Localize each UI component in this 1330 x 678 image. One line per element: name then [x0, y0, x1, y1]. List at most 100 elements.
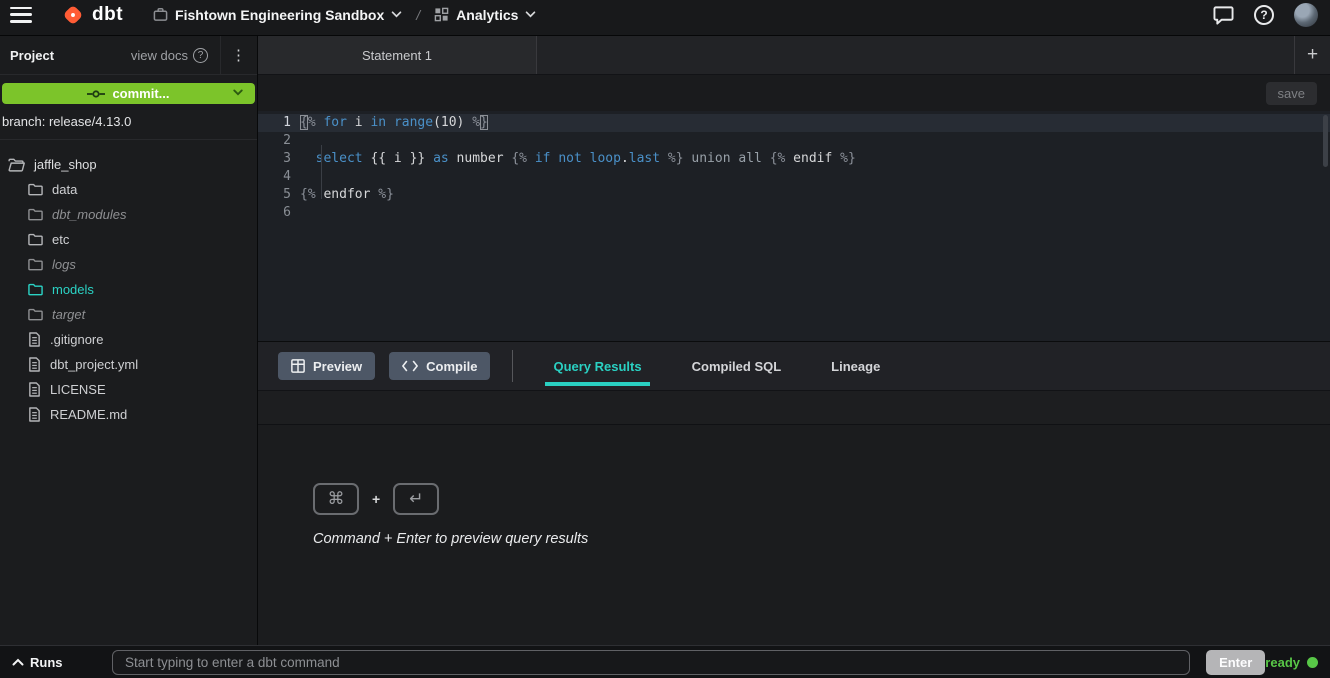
sidebar-kebab-menu-icon[interactable]: ⋮ [221, 46, 257, 64]
tree-item-label: LICENSE [50, 382, 106, 397]
code-line-4: 4 [258, 168, 1330, 186]
tree-item-data[interactable]: data [0, 177, 257, 202]
results-tab-compiled-sql[interactable]: Compiled SQL [674, 342, 800, 390]
chat-icon[interactable] [1213, 5, 1234, 25]
results-tabs: Query Results Compiled SQL Lineage [535, 342, 898, 390]
git-commit-icon [87, 88, 105, 100]
environment-switcher[interactable]: Analytics [434, 7, 536, 23]
folder-icon [28, 308, 43, 321]
file-icon [28, 332, 41, 347]
view-docs-link[interactable]: view docs ? [131, 48, 220, 63]
hamburger-menu-icon[interactable] [10, 7, 32, 23]
sidebar-header: Project view docs ? ⋮ [0, 36, 257, 75]
tree-item-models[interactable]: models [0, 277, 257, 302]
tree-item-label: README.md [50, 407, 127, 422]
tree-item-label: jaffle_shop [34, 157, 97, 172]
code-editor[interactable]: 1{% for i in range(10) %}23 select {{ i … [258, 111, 1330, 341]
runs-label: Runs [30, 655, 63, 670]
line-number: 1 [258, 114, 300, 132]
file-icon [28, 407, 41, 422]
results-tab-lineage[interactable]: Lineage [813, 342, 898, 390]
help-glyph: ? [1260, 8, 1267, 22]
tab-statement-1[interactable]: Statement 1 [258, 36, 537, 74]
dbt-logo-icon [60, 2, 86, 28]
tree-item-etc[interactable]: etc [0, 227, 257, 252]
results-subheader [258, 391, 1330, 425]
sidebar-title: Project [10, 48, 54, 63]
branch-label: branch: release/4.13.0 [0, 104, 257, 129]
table-icon [291, 359, 305, 373]
toolbar-divider [512, 350, 513, 382]
return-key-icon: ↵ [393, 483, 439, 515]
editor-scrollbar[interactable] [1323, 115, 1328, 167]
folder-icon [28, 183, 43, 196]
dbt-cloud-ide: dbt Fishtown Engineering Sandbox / Analy… [0, 0, 1330, 678]
tree-item-target[interactable]: target [0, 302, 257, 327]
tree-item-label: logs [52, 257, 76, 272]
tree-item-label: data [52, 182, 77, 197]
results-toolbar: Preview Compile Query Results Compiled SQ… [258, 342, 1330, 391]
preview-hint-text: Command + Enter to preview query results [313, 531, 1330, 547]
tree-item-label: dbt_modules [52, 207, 126, 222]
project-switcher[interactable]: Fishtown Engineering Sandbox [153, 7, 402, 23]
results-panel: Preview Compile Query Results Compiled SQ… [258, 341, 1330, 645]
tree-item-jaffle-shop[interactable]: jaffle_shop [0, 152, 257, 177]
grid-icon [434, 7, 449, 22]
tree-item-license[interactable]: LICENSE [0, 377, 257, 402]
status-label: ready [1265, 655, 1300, 670]
new-tab-button[interactable]: + [1294, 36, 1330, 74]
code-line-3: 3 select {{ i }} as number {% if not loo… [258, 150, 1330, 168]
compile-button-label: Compile [426, 359, 477, 374]
folder-icon [28, 258, 43, 271]
tree-item-label: dbt_project.yml [50, 357, 138, 372]
tree-item-logs[interactable]: logs [0, 252, 257, 277]
command-key-icon: ⌘ [313, 483, 359, 515]
dbt-command-input[interactable] [112, 650, 1190, 675]
results-body: ⌘ + ↵ Command + Enter to preview query r… [258, 425, 1330, 645]
file-explorer-sidebar: Project view docs ? ⋮ [0, 36, 258, 645]
results-tab-query-results[interactable]: Query Results [535, 342, 659, 390]
preview-button-label: Preview [313, 359, 362, 374]
tree-item-dbt-modules[interactable]: dbt_modules [0, 202, 257, 227]
chevron-down-icon [391, 11, 402, 18]
code-line-5: 5{% endfor %} [258, 186, 1330, 204]
file-tree: jaffle_shopdata dbt_modulesetc logs models t… [0, 140, 257, 427]
code-text: select {{ i }} as number {% if not loop.… [300, 150, 856, 168]
indent-guide [321, 145, 322, 199]
tree-item-dbt-project-yml[interactable]: dbt_project.yml [0, 352, 257, 377]
line-number: 6 [258, 204, 300, 222]
compile-button[interactable]: Compile [389, 352, 490, 380]
commit-button[interactable]: commit... [2, 83, 255, 104]
editor-toolbar: save [258, 75, 1330, 111]
code-text: {% for i in range(10) %} [300, 114, 488, 132]
line-number: 2 [258, 132, 300, 150]
dbt-logo[interactable]: dbt [60, 2, 123, 28]
folder-icon [28, 208, 43, 221]
breadcrumb-separator: / [416, 7, 420, 23]
enter-button[interactable]: Enter [1206, 650, 1265, 675]
line-number: 3 [258, 150, 300, 168]
file-icon [28, 382, 41, 397]
help-icon[interactable]: ? [1254, 5, 1274, 25]
user-avatar[interactable] [1294, 3, 1318, 27]
tree-item-readme-md[interactable]: README.md [0, 402, 257, 427]
tree-item--gitignore[interactable]: .gitignore [0, 327, 257, 352]
code-icon [402, 360, 418, 372]
save-button[interactable]: save [1266, 82, 1317, 105]
line-number: 4 [258, 168, 300, 186]
preview-button[interactable]: Preview [278, 352, 375, 380]
briefcase-icon [153, 7, 168, 22]
file-icon [28, 357, 41, 372]
runs-toggle[interactable]: Runs [12, 655, 112, 670]
chevron-up-icon [12, 658, 24, 666]
plus-glyph: + [372, 491, 380, 507]
chevron-down-icon [525, 11, 536, 18]
commit-chevron-down-icon [233, 89, 243, 96]
code-text: {% endfor %} [300, 186, 394, 204]
docs-help-icon: ? [193, 48, 208, 63]
tree-item-label: etc [52, 232, 69, 247]
tree-item-label: .gitignore [50, 332, 103, 347]
code-line-2: 2 [258, 132, 1330, 150]
tree-item-label: target [52, 307, 85, 322]
tree-item-label: models [52, 282, 94, 297]
